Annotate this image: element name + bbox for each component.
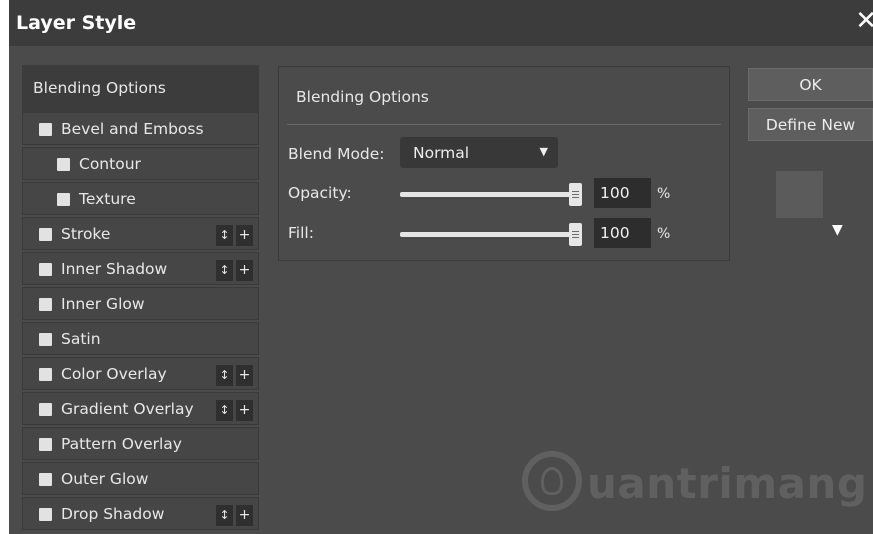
opacity-label: Opacity: (288, 184, 352, 202)
blend-mode-select[interactable]: Normal ▼ (400, 137, 558, 168)
checkbox[interactable] (57, 158, 70, 171)
divider (287, 124, 721, 125)
checkbox[interactable] (39, 263, 52, 276)
opacity-input[interactable] (594, 178, 651, 208)
checkbox[interactable] (39, 438, 52, 451)
style-item-label: Inner Glow (61, 295, 145, 313)
style-item-label: Stroke (61, 225, 111, 243)
opacity-slider-thumb[interactable] (569, 183, 582, 206)
style-item-inner-glow[interactable]: Inner Glow (22, 287, 259, 320)
reorder-icon[interactable]: ↕ (216, 225, 233, 246)
define-new-button[interactable]: Define New (748, 108, 873, 141)
panel-title: Blending Options (296, 88, 429, 106)
add-icon[interactable]: + (236, 400, 253, 421)
close-icon[interactable]: ✕ (855, 6, 873, 36)
style-item-color-overlay[interactable]: Color Overlay ↕ + (22, 357, 259, 390)
checkbox[interactable] (39, 403, 52, 416)
style-item-label: Satin (61, 330, 101, 348)
style-item-blending-options[interactable]: Blending Options (22, 65, 259, 112)
checkbox[interactable] (57, 193, 70, 206)
checkbox[interactable] (39, 228, 52, 241)
opacity-slider-track[interactable] (400, 192, 574, 197)
style-item-label: Pattern Overlay (61, 435, 182, 453)
watermark-logo-icon (522, 451, 582, 511)
style-item-label: Bevel and Emboss (61, 120, 204, 138)
style-item-label: Drop Shadow (61, 505, 165, 523)
style-item-stroke[interactable]: Stroke ↕ + (22, 217, 259, 250)
style-item-gradient-overlay[interactable]: Gradient Overlay ↕ + (22, 392, 259, 425)
watermark-text: uantrimang (587, 459, 868, 508)
style-item-satin[interactable]: Satin (22, 322, 259, 355)
style-item-label: Blending Options (33, 79, 166, 97)
title-bar[interactable]: Layer Style ✕ (9, 0, 873, 46)
style-item-label: Texture (79, 190, 136, 208)
add-icon[interactable]: + (236, 260, 253, 281)
style-item-pattern-overlay[interactable]: Pattern Overlay (22, 427, 259, 460)
opacity-percent: % (657, 186, 671, 202)
style-item-inner-shadow[interactable]: Inner Shadow ↕ + (22, 252, 259, 285)
fill-slider-thumb[interactable] (569, 223, 582, 246)
reorder-icon[interactable]: ↕ (216, 505, 233, 526)
fill-input[interactable] (594, 218, 651, 248)
dialog-title: Layer Style (16, 12, 137, 34)
style-item-texture[interactable]: Texture (22, 182, 259, 215)
styles-list: Blending Options Bevel and Emboss Contou… (22, 65, 259, 534)
reorder-icon[interactable]: ↕ (216, 365, 233, 386)
style-item-label: Contour (79, 155, 141, 173)
reorder-icon[interactable]: ↕ (216, 260, 233, 281)
layer-style-dialog: Layer Style ✕ Blending Options Bevel and… (9, 0, 873, 534)
checkbox[interactable] (39, 368, 52, 381)
style-item-bevel-and-emboss[interactable]: Bevel and Emboss (22, 112, 259, 145)
ok-button[interactable]: OK (748, 68, 873, 101)
chevron-down-icon: ▼ (539, 145, 548, 158)
blend-mode-label: Blend Mode: (288, 145, 385, 163)
style-item-label: Gradient Overlay (61, 400, 194, 418)
style-item-outer-glow[interactable]: Outer Glow (22, 462, 259, 495)
add-icon[interactable]: + (236, 225, 253, 246)
fill-percent: % (657, 226, 671, 242)
style-item-label: Inner Shadow (61, 260, 168, 278)
add-icon[interactable]: + (236, 365, 253, 386)
style-item-contour[interactable]: Contour (22, 147, 259, 180)
fill-slider-track[interactable] (400, 232, 574, 237)
blending-options-panel: Blending Options Blend Mode: Normal ▼ Op… (278, 66, 730, 261)
triangle-down-icon[interactable]: ▼ (832, 222, 843, 238)
blend-mode-value: Normal (413, 144, 470, 162)
style-item-label: Outer Glow (61, 470, 149, 488)
fill-label: Fill: (288, 224, 314, 242)
style-item-label: Color Overlay (61, 365, 167, 383)
checkbox[interactable] (39, 123, 52, 136)
add-icon[interactable]: + (236, 505, 253, 526)
checkbox[interactable] (39, 473, 52, 486)
style-item-drop-shadow[interactable]: Drop Shadow ↕ + (22, 497, 259, 530)
checkbox[interactable] (39, 333, 52, 346)
reorder-icon[interactable]: ↕ (216, 400, 233, 421)
checkbox[interactable] (39, 298, 52, 311)
style-preview-swatch (776, 171, 823, 218)
checkbox[interactable] (39, 508, 52, 521)
